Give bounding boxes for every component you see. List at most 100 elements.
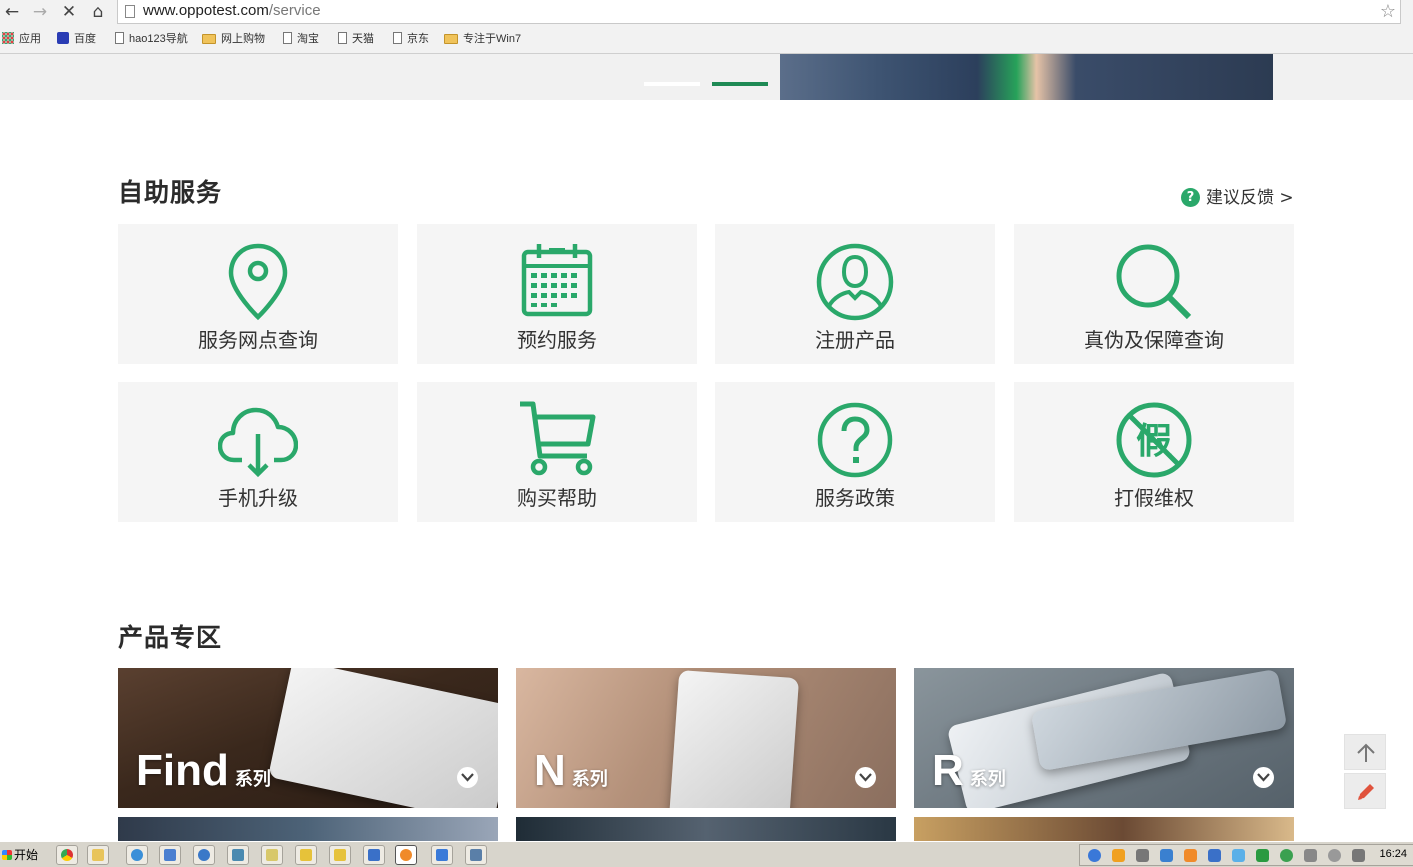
tile-label: 购买帮助 [517,486,597,510]
tray-device-icon[interactable] [1304,849,1317,862]
tile-label: 打假维权 [1114,486,1194,510]
shield-taskbar-icon[interactable] [363,845,385,865]
tray-app-icon[interactable] [1112,849,1125,862]
tile-label: 预约服务 [517,328,597,352]
tray-update-icon[interactable] [1280,849,1293,862]
service-tile-appointment[interactable]: 预约服务 [417,224,697,364]
explorer-taskbar-icon[interactable] [87,845,109,865]
tray-browser-icon[interactable] [1184,849,1197,862]
folder-icon [202,34,216,44]
remote-taskbar-icon[interactable] [227,845,249,865]
tray-player-icon[interactable] [1088,849,1101,862]
search-icon [1116,244,1192,320]
page-icon [115,32,124,44]
bookmark-apps[interactable]: 应用 [2,30,41,48]
bookmarks-bar: 应用 百度 hao123导航 网上购物 淘宝 天猫 京东 专注于Win7 [0,28,1413,50]
apps-icon [2,32,14,44]
chevron-down-icon[interactable] [457,767,478,788]
question-icon [817,402,893,478]
product-card-partial[interactable] [516,817,896,841]
chevron-down-icon[interactable] [855,767,876,788]
tile-label: 服务网点查询 [198,328,318,352]
page-icon [393,32,402,44]
tray-volume-icon[interactable] [1328,849,1341,862]
chrome-taskbar-icon[interactable] [56,845,78,865]
service-tile-authenticity[interactable]: 真伪及保障查询 [1014,224,1294,364]
bookmark-shopping[interactable]: 网上购物 [202,30,265,48]
clock[interactable]: 16:24 [1379,848,1407,860]
service-tile-anti-fake[interactable]: 假 打假维权 [1014,382,1294,522]
cloud-download-icon [218,407,298,478]
section-title-products: 产品专区 [118,623,223,652]
back-icon[interactable]: ← [0,1,24,23]
product-card-find[interactable]: Find 系列 [118,668,498,808]
home-icon[interactable]: ⌂ [86,1,110,23]
banner-image [780,54,1273,100]
system-tray: 16:24 [1079,844,1413,866]
tile-label: 真伪及保障查询 [1084,328,1224,352]
os-taskbar: 开始 16:24 [0,841,1413,867]
notepad-taskbar-icon[interactable] [261,845,283,865]
service-tile-outlets[interactable]: 服务网点查询 [118,224,398,364]
bookmark-tmall[interactable]: 天猫 [338,30,374,48]
tray-network-icon[interactable] [1232,849,1245,862]
tray-tool-icon[interactable] [1136,849,1149,862]
tray-green-icon[interactable] [1256,849,1269,862]
pencil-icon [1358,784,1374,800]
tray-display-icon[interactable] [1352,849,1365,862]
bookmark-win7[interactable]: 专注于Win7 [444,30,521,48]
url-text: www.oppotest.com/service [143,2,321,19]
address-bar[interactable]: www.oppotest.com/service ☆ [117,0,1401,24]
ie-taskbar-icon[interactable] [126,845,148,865]
product-card-partial[interactable] [914,817,1294,841]
help2-taskbar-icon[interactable] [329,845,351,865]
bookmark-star-icon[interactable]: ☆ [1380,1,1396,22]
word-taskbar-icon[interactable] [431,845,453,865]
service-tile-register[interactable]: 注册产品 [715,224,995,364]
hero-banner [0,54,1413,100]
tray-box-icon[interactable] [1160,849,1173,862]
folder-icon [444,34,458,44]
service-tile-upgrade[interactable]: 手机升级 [118,382,398,522]
edit-feedback-button[interactable] [1344,773,1386,809]
browser-chrome: ← → ✕ ⌂ www.oppotest.com/service ☆ 应用 百度… [0,0,1413,54]
bookmark-taobao[interactable]: 淘宝 [283,30,319,48]
bookmark-hao123[interactable]: hao123导航 [115,30,188,48]
start-button[interactable]: 开始 [0,845,38,865]
product-card-partial[interactable] [118,817,498,841]
tile-label: 手机升级 [218,486,298,510]
slide-indicator-1[interactable] [644,82,700,86]
app-taskbar-icon[interactable] [159,845,181,865]
service-tile-purchase-help[interactable]: 购买帮助 [417,382,697,522]
stop-icon[interactable]: ✕ [57,1,81,23]
forward-icon[interactable]: → [28,1,52,23]
tile-label: 服务政策 [815,486,895,510]
user-icon [816,243,894,321]
back-to-top-button[interactable] [1344,734,1386,770]
phone-image [668,669,800,808]
section-title-self-service: 自助服务 [118,178,223,207]
player-taskbar-icon[interactable] [193,845,215,865]
page-icon [125,5,135,18]
cart-icon [520,401,596,476]
help-taskbar-icon[interactable] [295,845,317,865]
location-pin-icon [228,243,288,321]
bookmark-baidu[interactable]: 百度 [57,30,96,48]
tray-shield-icon[interactable] [1208,849,1221,862]
window-taskbar-icon[interactable] [465,845,487,865]
help-icon: ? [1181,188,1200,207]
product-card-n[interactable]: N 系列 [516,668,896,808]
arrow-up-icon [1357,743,1375,762]
service-tile-policy[interactable]: 服务政策 [715,382,995,522]
calendar-icon [521,244,593,317]
bookmark-jd[interactable]: 京东 [393,30,429,48]
browser-toolbar: ← → ✕ ⌂ www.oppotest.com/service ☆ [0,0,1413,26]
chevron-down-icon[interactable] [1253,767,1274,788]
feedback-link[interactable]: ? 建议反馈 > [1181,183,1294,208]
tile-label: 注册产品 [815,328,895,352]
product-card-r[interactable]: R 系列 [914,668,1294,808]
no-fake-icon: 假 [1116,402,1192,478]
slide-indicator-2[interactable] [712,82,768,86]
baidu-icon [57,32,69,44]
active-browser-taskbar-icon[interactable] [395,845,417,865]
